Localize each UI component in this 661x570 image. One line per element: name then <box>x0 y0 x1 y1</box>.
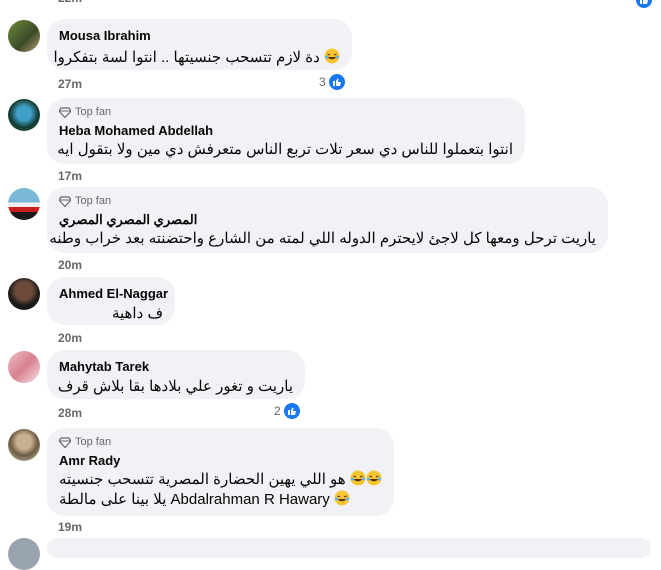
top-fan-label: Top fan <box>75 195 112 207</box>
top-fan-badge: Top fan <box>59 435 382 449</box>
diamond-icon <box>59 436 71 448</box>
comment-bubble: Mahytab Tarek ياريت و تغور علي بلادها بق… <box>47 350 305 399</box>
comment-time-top[interactable]: 22m <box>58 0 82 5</box>
comment-time[interactable]: 17m <box>58 169 82 183</box>
avatar[interactable] <box>8 429 40 461</box>
comment-text: ياريت ترحل ومعها كل لاجئ لايحترم الدوله … <box>49 230 596 247</box>
top-fan-badge: Top fan <box>59 105 513 119</box>
comment-author[interactable]: المصري المصري المصري <box>59 211 596 228</box>
comment-bubble: Mousa Ibrahim دة لازم تتسحب جنسيتها .. ا… <box>47 19 352 70</box>
comment-author[interactable]: Heba Mohamed Abdellah <box>59 122 513 139</box>
laughing-emoji-icon <box>324 48 340 64</box>
comment-bubble: Top fan Amr Rady هو اللي يهين الحضارة ال… <box>47 428 394 516</box>
diamond-icon <box>59 195 71 207</box>
comment-text: ياريت و تغور علي بلادها بقا بلاش قرف <box>57 378 293 395</box>
avatar[interactable] <box>8 20 40 52</box>
diamond-icon <box>59 106 71 118</box>
comment-time[interactable]: 28m <box>58 406 82 420</box>
avatar[interactable] <box>8 99 40 131</box>
comment-time[interactable]: 20m <box>58 258 82 272</box>
reaction-number: 2 <box>274 404 281 418</box>
comment-line: هو اللي يهين الحضارة المصرية تتسحب جنسيت… <box>59 471 346 488</box>
comment-text: دة لازم تتسحب جنسيتها .. انتوا لسة بتفكر… <box>53 48 340 68</box>
avatar[interactable] <box>8 188 40 220</box>
comment-author[interactable]: Amr Rady <box>59 452 382 469</box>
top-fan-label: Top fan <box>75 436 112 448</box>
laughing-emoji-icon <box>366 470 382 486</box>
avatar[interactable] <box>8 278 40 310</box>
comment-text: Abdalrahman R Hawary يلا بينا على مالطة <box>59 490 382 510</box>
comment-bubble: Top fan Heba Mohamed Abdellah انتوا بتعم… <box>47 98 525 164</box>
reaction-number: 3 <box>319 75 326 89</box>
comment-author[interactable]: Mahytab Tarek <box>59 358 293 375</box>
top-fan-label: Top fan <box>75 106 112 118</box>
comment-text: هو اللي يهين الحضارة المصرية تتسحب جنسيت… <box>59 470 382 490</box>
comment-text: ف داهية <box>111 305 163 322</box>
avatar[interactable] <box>8 538 40 570</box>
comment-time[interactable]: 27m <box>58 77 82 91</box>
comment-time[interactable]: 20m <box>58 331 82 345</box>
reaction-count[interactable]: 3 <box>319 74 345 90</box>
laughing-emoji-icon <box>350 470 366 486</box>
comment-bubble <box>47 538 651 558</box>
comment-bubble: Top fan المصري المصري المصري ياريت ترحل … <box>47 187 608 253</box>
comment-text: انتوا بتعملوا للناس دي سعر تلات تربع الن… <box>57 141 513 158</box>
comment-time[interactable]: 19m <box>58 520 82 534</box>
reaction-count[interactable]: 2 <box>274 403 300 419</box>
comment-bubble: Ahmed El-Naggar ف داهية <box>47 277 175 325</box>
comment-author[interactable]: Ahmed El-Naggar <box>59 285 168 302</box>
like-reaction-icon[interactable] <box>636 0 652 8</box>
comment-line: Abdalrahman R Hawary يلا بينا على مالطة <box>59 491 330 508</box>
like-reaction-icon <box>328 74 345 90</box>
laughing-emoji-icon <box>334 490 350 506</box>
comment-author[interactable]: Mousa Ibrahim <box>59 27 340 44</box>
top-fan-badge: Top fan <box>59 194 596 208</box>
avatar[interactable] <box>8 351 40 383</box>
comment-line: دة لازم تتسحب جنسيتها .. انتوا لسة بتفكر… <box>53 49 320 66</box>
like-reaction-icon <box>283 403 300 419</box>
